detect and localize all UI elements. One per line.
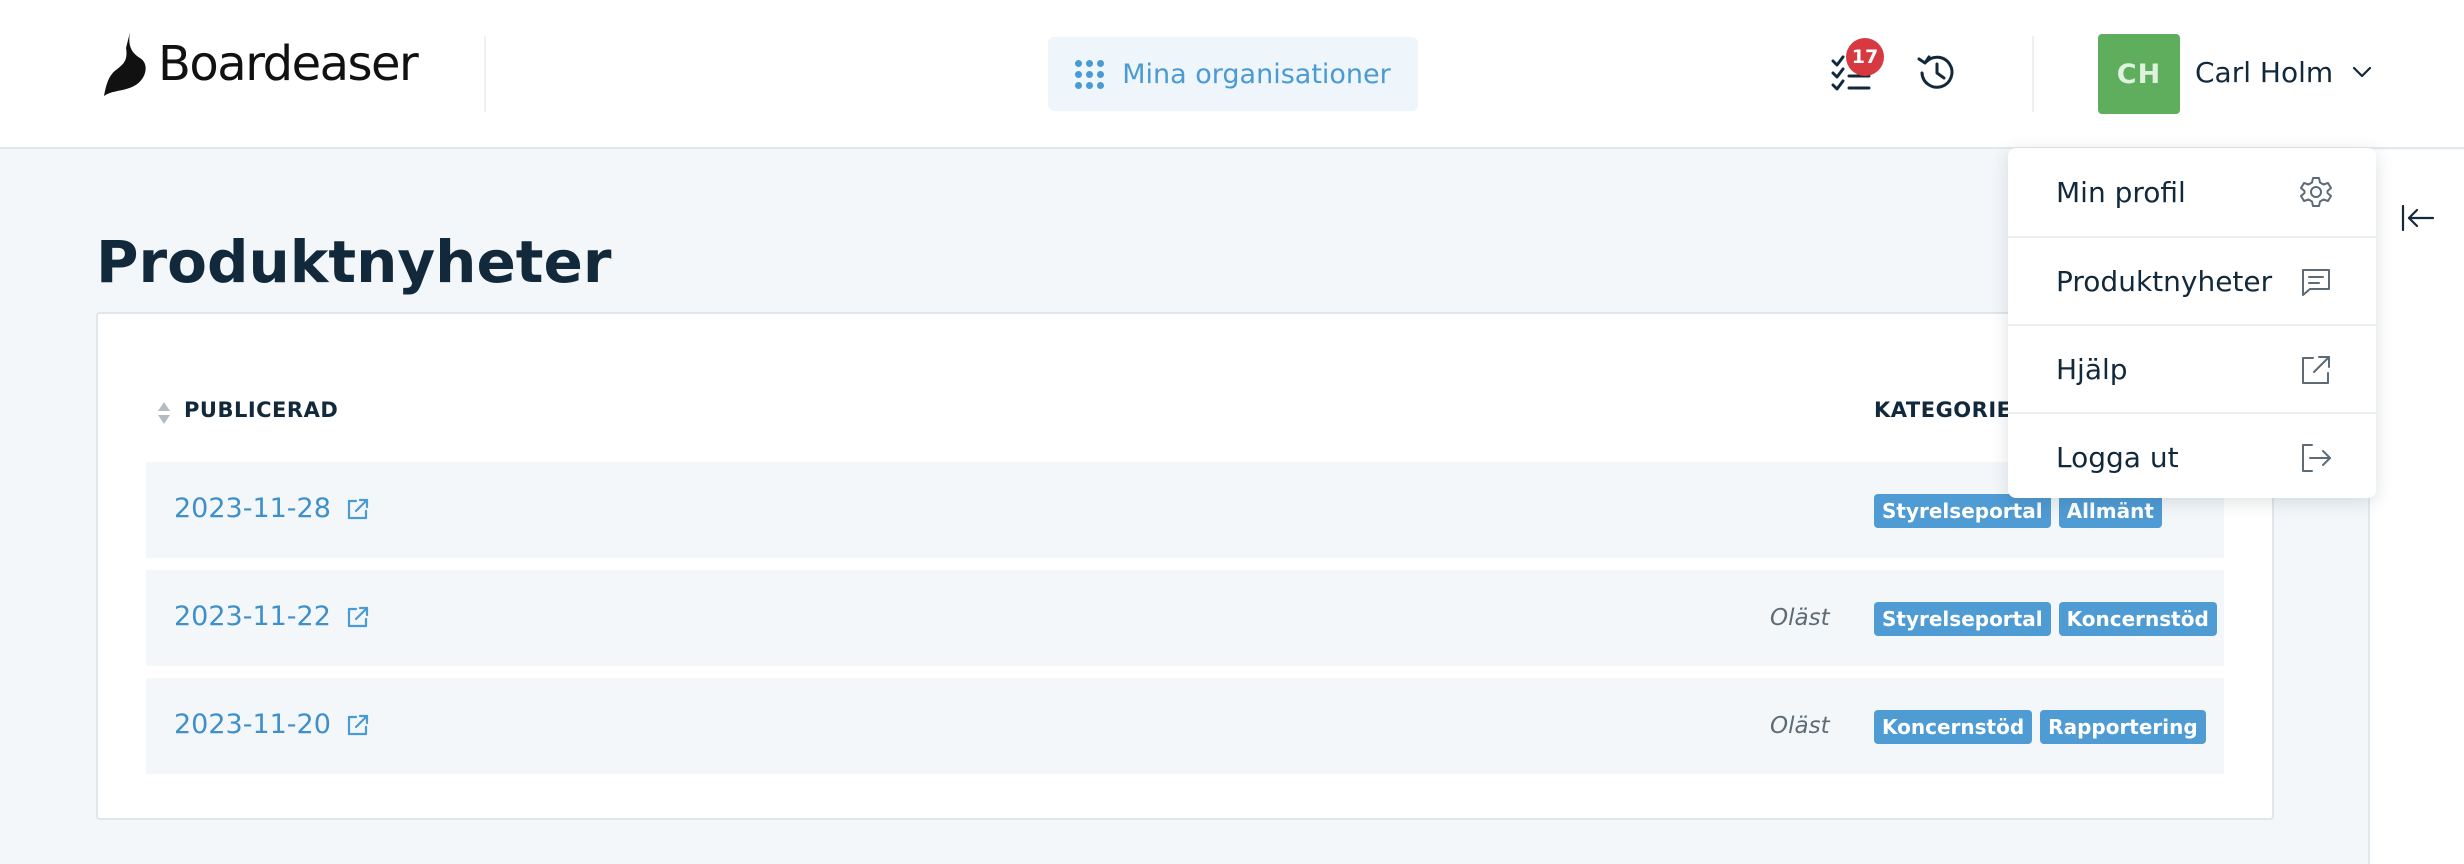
user-menu-toggle[interactable] (2350, 60, 2374, 88)
menu-item-logout[interactable]: Logga ut (2008, 412, 2376, 500)
user-dropdown-menu: Min profil Produktnyheter Hjälp Logga ut (2008, 148, 2376, 498)
message-icon (2302, 269, 2330, 296)
external-link-icon (2302, 356, 2330, 384)
column-header-published[interactable]: PUBLICERAD (184, 398, 338, 422)
menu-item-my-profile[interactable]: Min profil (2008, 148, 2376, 236)
my-organisations-button[interactable]: Mina organisationer (1048, 37, 1418, 111)
logo-text: Boardeaser (158, 36, 419, 92)
news-date: 2023-11-22 (174, 601, 331, 632)
sort-icon (158, 402, 170, 424)
category-tag: Rapportering (2040, 710, 2206, 744)
category-tag: Koncernstöd (1874, 710, 2033, 744)
chevron-down-icon (2352, 66, 2372, 78)
page-title: Produktnyheter (96, 228, 612, 296)
history-icon (1917, 55, 1954, 89)
tasks-count-badge: 17 (1846, 38, 1884, 76)
sort-column-button[interactable] (156, 400, 172, 430)
menu-item-label: Logga ut (2056, 440, 2179, 474)
grid-icon (1075, 59, 1105, 89)
menu-item-product-news[interactable]: Produktnyheter (2008, 236, 2376, 324)
unread-status: Oläst (1770, 713, 1830, 739)
logout-icon (2302, 444, 2331, 472)
category-tag: Koncernstöd (2058, 602, 2217, 636)
news-date-link[interactable]: 2023-11-20 (174, 709, 371, 740)
header-divider (2032, 36, 2034, 112)
menu-item-help[interactable]: Hjälp (2008, 324, 2376, 412)
user-name[interactable]: Carl Holm (2195, 56, 2333, 89)
menu-item-label: Produktnyheter (2056, 264, 2273, 298)
external-link-icon (347, 606, 369, 627)
news-date-link[interactable]: 2023-11-22 (174, 601, 371, 632)
table-row: 2023-11-20 Oläst Koncernstöd Rapporterin… (146, 678, 2224, 774)
header-divider (484, 36, 486, 112)
gear-icon (2300, 177, 2332, 207)
news-date-link[interactable]: 2023-11-28 (174, 493, 371, 524)
category-tags: Koncernstöd Rapportering (1874, 710, 2206, 744)
collapse-left-icon (2401, 204, 2435, 232)
external-link-icon (347, 498, 369, 519)
news-date: 2023-11-20 (174, 709, 331, 740)
menu-item-label: Min profil (2056, 175, 2186, 209)
table-row: 2023-11-28 Styrelseportal Allmänt (146, 462, 2224, 558)
category-tags: Styrelseportal Koncernstöd (1874, 602, 2217, 636)
history-button[interactable] (1912, 48, 1962, 98)
side-panel-collapsed (2368, 150, 2464, 864)
logo[interactable]: Boardeaser (100, 28, 419, 100)
news-date: 2023-11-28 (174, 493, 331, 524)
my-organisations-label: Mina organisationer (1122, 58, 1391, 90)
unread-status: Oläst (1770, 605, 1830, 631)
column-header-category: KATEGORIE (1874, 398, 2012, 422)
boardeaser-logo-icon (104, 32, 146, 96)
expand-panel-button[interactable] (2400, 200, 2436, 240)
avatar[interactable]: CH (2098, 34, 2180, 114)
table-row: 2023-11-22 Oläst Styrelseportal Koncerns… (146, 570, 2224, 666)
menu-item-label: Hjälp (2056, 352, 2128, 386)
category-tag: Styrelseportal (1874, 602, 2051, 636)
top-header: Boardeaser Mina organisationer 17 CH Car… (0, 0, 2464, 149)
external-link-icon (347, 714, 369, 735)
